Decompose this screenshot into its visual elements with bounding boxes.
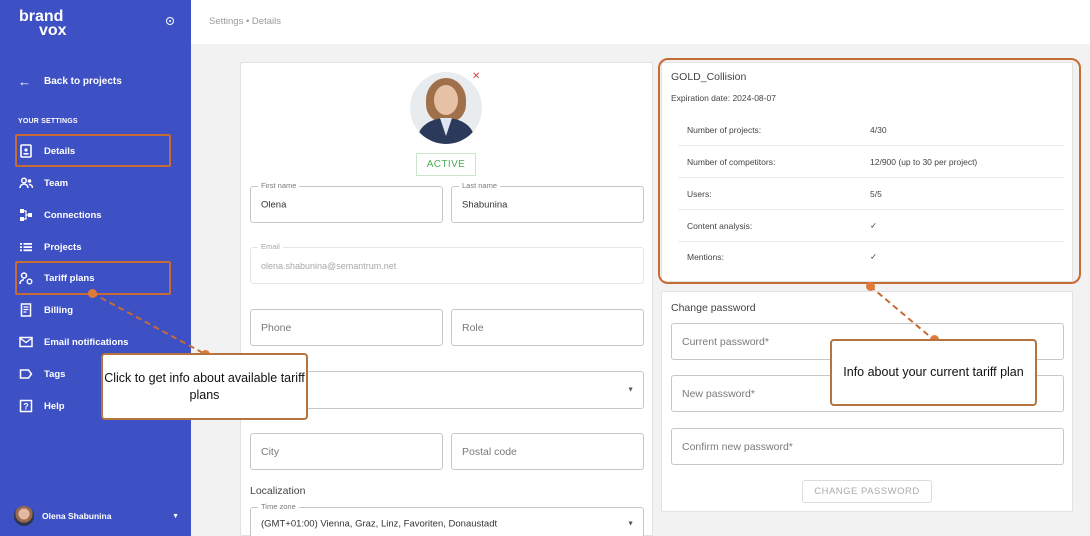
current-plan-callout: Info about your current tariff plan [830,339,1037,406]
annotation-connectors [91,285,935,355]
annotation-dot [88,289,97,298]
annotation-dot [866,282,875,291]
tariff-plans-callout: Click to get info about available tariff… [101,353,308,420]
